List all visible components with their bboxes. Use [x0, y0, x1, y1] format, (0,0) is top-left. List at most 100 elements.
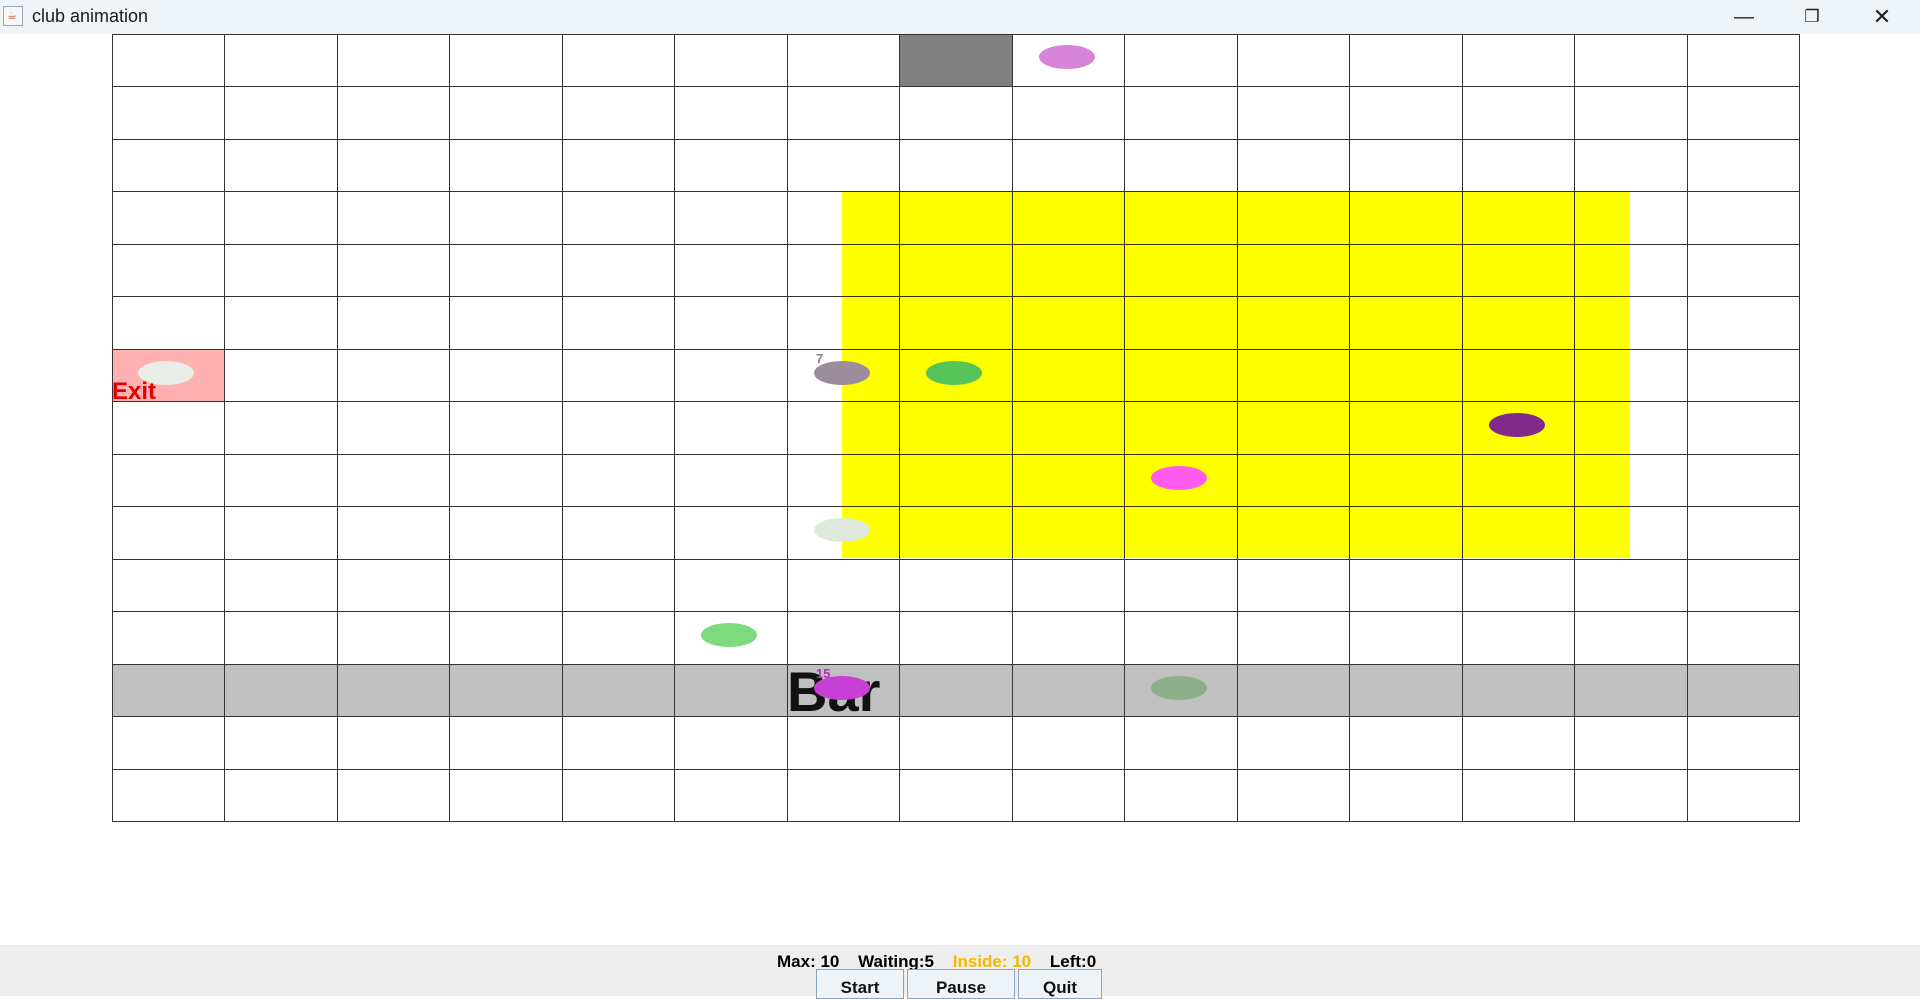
grid-cell — [562, 717, 676, 770]
bar-cell — [1687, 664, 1800, 718]
grid-cell — [337, 612, 451, 665]
grid-cell — [562, 507, 676, 560]
grid-cell — [1687, 559, 1800, 613]
grid-cell — [1687, 612, 1800, 665]
grid-cell — [337, 507, 451, 560]
patron — [1039, 45, 1095, 69]
grid-cell — [562, 139, 676, 193]
grid-cell — [337, 769, 451, 822]
grid-cell — [675, 87, 788, 140]
grid-cell — [1687, 717, 1800, 770]
grid-cell — [450, 349, 563, 403]
grid-cell — [450, 454, 563, 508]
grid-cell — [450, 507, 563, 560]
grid-cell — [1350, 717, 1463, 770]
bar-cell — [225, 664, 338, 718]
grid-cell — [225, 244, 338, 298]
grid-cell — [675, 244, 788, 298]
grid-cell — [113, 35, 226, 88]
grid-cell — [562, 612, 676, 665]
grid-cell — [1125, 87, 1238, 140]
grid-cell — [113, 244, 226, 298]
grid-cell — [1687, 297, 1800, 350]
grid-cell — [1125, 717, 1238, 770]
grid-cell — [225, 559, 338, 613]
bar-cell — [1237, 664, 1351, 718]
grid-cell — [675, 35, 788, 88]
grid-cell — [1687, 244, 1800, 298]
java-app-icon: ☕ — [3, 6, 23, 26]
grid-cell — [1687, 769, 1800, 822]
grid-cell — [562, 297, 676, 350]
grid-cell — [1687, 87, 1800, 140]
grid-cell — [562, 192, 676, 245]
grid-cell — [450, 769, 563, 822]
close-button[interactable]: ✕ — [1848, 0, 1916, 34]
grid-cell — [675, 192, 788, 245]
grid-cell — [1350, 87, 1463, 140]
patron — [701, 623, 757, 647]
grid-cell — [337, 454, 451, 508]
grid-cell — [1575, 87, 1688, 140]
grid-cell — [225, 349, 338, 403]
minimize-button[interactable]: — — [1710, 0, 1778, 34]
grid-cell — [1462, 612, 1576, 665]
grid-cell — [225, 507, 338, 560]
grid-cell — [1237, 717, 1351, 770]
grid-cell — [450, 612, 563, 665]
patron: 15 — [814, 666, 870, 700]
maximize-button[interactable]: ❐ — [1778, 0, 1846, 34]
grid-cell — [225, 297, 338, 350]
grid-cell — [113, 87, 226, 140]
grid-cell — [1125, 612, 1238, 665]
grid-cell — [1575, 612, 1688, 665]
grid-cell — [1237, 139, 1351, 193]
bar-cell — [675, 664, 788, 718]
grid-cell — [1125, 769, 1238, 822]
grid-cell — [900, 559, 1013, 613]
grid-cell — [225, 87, 338, 140]
grid-cell — [900, 769, 1013, 822]
grid-cell — [113, 402, 226, 455]
grid-cell — [675, 717, 788, 770]
grid-cell — [113, 139, 226, 193]
grid-cell — [225, 612, 338, 665]
pause-button[interactable]: Pause — [907, 969, 1015, 999]
grid-cell — [337, 402, 451, 455]
grid-cell — [1237, 769, 1351, 822]
patron — [926, 361, 982, 385]
grid-cell — [1012, 139, 1126, 193]
grid-cell — [1462, 717, 1576, 770]
grid-cell — [450, 87, 563, 140]
grid-cell — [787, 139, 901, 193]
grid-cell — [225, 35, 338, 88]
grid-cell — [675, 559, 788, 613]
grid-cell — [562, 349, 676, 403]
patron: 7 — [814, 351, 870, 385]
grid-cell — [450, 139, 563, 193]
grid-cell — [1687, 402, 1800, 455]
grid-cell — [1687, 454, 1800, 508]
grid-cell — [675, 507, 788, 560]
grid-cell — [113, 717, 226, 770]
grid-cell — [1350, 35, 1463, 88]
patron — [1151, 676, 1207, 700]
grid-cell — [1125, 559, 1238, 613]
window-title: club animation — [32, 6, 149, 26]
grid-cell — [450, 717, 563, 770]
start-button[interactable]: Start — [816, 969, 904, 999]
grid-cell — [1575, 35, 1688, 88]
grid-cell — [562, 244, 676, 298]
grid-cell — [1575, 717, 1688, 770]
bar-cell — [450, 664, 563, 718]
grid-cell — [562, 35, 676, 88]
grid-cell — [787, 87, 901, 140]
grid-cell — [1012, 717, 1126, 770]
grid-cell — [450, 297, 563, 350]
grid-cell — [225, 192, 338, 245]
quit-button[interactable]: Quit — [1018, 969, 1102, 999]
grid-cell — [1687, 349, 1800, 403]
grid-cell — [113, 507, 226, 560]
grid-cell — [787, 717, 901, 770]
grid-cell — [337, 35, 451, 88]
